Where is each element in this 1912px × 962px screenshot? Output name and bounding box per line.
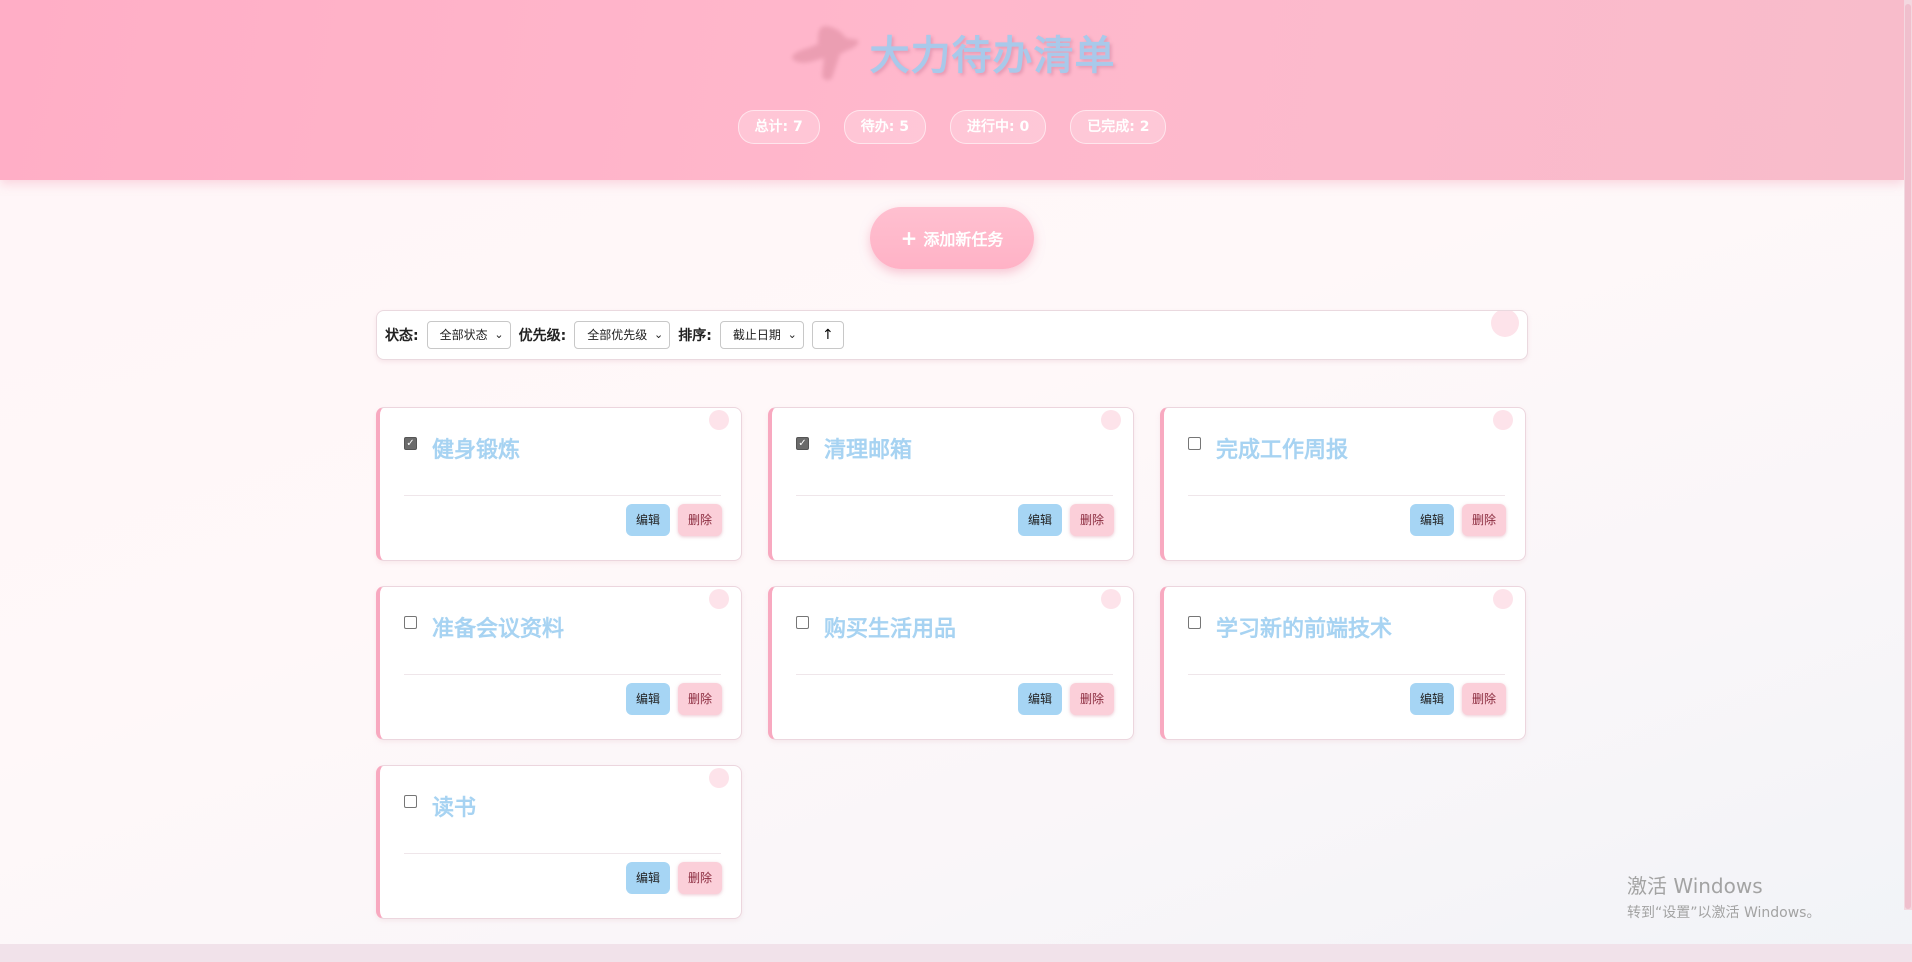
watermark-title: 激活 Windows: [1627, 874, 1763, 898]
chevron-down-icon: ⌄: [787, 328, 797, 341]
task-title: 完成工作周报: [1216, 438, 1349, 463]
bottom-strip: [0, 944, 1912, 962]
priority-filter-select[interactable]: 全部优先级 ⌄: [574, 321, 671, 349]
edit-button[interactable]: 编辑: [1018, 504, 1062, 536]
plus-icon: +: [900, 226, 918, 250]
decorative-circle: [1493, 589, 1513, 609]
task-checkbox[interactable]: [404, 795, 417, 808]
status-filter-value: 全部状态: [439, 328, 488, 342]
decorative-circle: [709, 410, 729, 430]
task-card: 学习新的前端技术 编辑 删除: [1160, 586, 1526, 740]
stat-total: 总计: 7: [737, 110, 820, 144]
sort-direction-button[interactable]: ↑: [811, 321, 844, 349]
divider: [404, 853, 721, 854]
stats-bar: 总计: 7 待办: 5 进行中: 0 已完成: 2: [0, 110, 1904, 144]
task-title: 准备会议资料: [432, 617, 565, 642]
app-title: 大力待办清单: [869, 33, 1116, 79]
app-header: 大力待办清单 总计: 7 待办: 5 进行中: 0 已完成: 2: [0, 0, 1904, 180]
task-checkbox[interactable]: [404, 616, 417, 629]
divider: [1188, 674, 1505, 675]
decorative-circle: [709, 589, 729, 609]
sort-select[interactable]: 截止日期 ⌄: [719, 321, 804, 349]
add-task-label: 添加新任务: [923, 230, 1004, 249]
edit-button[interactable]: 编辑: [1410, 504, 1454, 536]
task-checkbox[interactable]: [796, 616, 809, 629]
scrollbar-thumb[interactable]: [1905, 4, 1911, 909]
delete-button[interactable]: 删除: [1070, 683, 1114, 715]
divider: [404, 674, 721, 675]
task-checkbox[interactable]: ✓: [796, 437, 809, 450]
task-card: 读书 编辑 删除: [376, 765, 742, 919]
scrollbar[interactable]: [1904, 0, 1912, 910]
windows-activation-watermark: 激活 Windows 转到“设置”以激活 Windows。: [1627, 870, 1820, 922]
priority-filter-label: 优先级:: [518, 328, 567, 344]
chevron-down-icon: ⌄: [494, 328, 504, 341]
divider: [404, 495, 721, 496]
task-title: 读书: [432, 796, 477, 821]
delete-button[interactable]: 删除: [1462, 683, 1506, 715]
edit-button[interactable]: 编辑: [1410, 683, 1454, 715]
task-title: 购买生活用品: [824, 617, 957, 642]
sort-label: 排序:: [678, 328, 712, 344]
delete-button[interactable]: 删除: [1462, 504, 1506, 536]
decorative-circle: [709, 768, 729, 788]
task-card: 准备会议资料 编辑 删除: [376, 586, 742, 740]
decorative-circle: [1491, 311, 1519, 337]
edit-button[interactable]: 编辑: [1018, 683, 1062, 715]
divider: [796, 674, 1113, 675]
decorative-circle: [1493, 410, 1513, 430]
filter-bar: 状态: 全部状态 ⌄ 优先级: 全部优先级 ⌄ 排序: 截止日期 ⌄ ↑: [376, 310, 1528, 360]
edit-button[interactable]: 编辑: [626, 862, 670, 894]
edit-button[interactable]: 编辑: [626, 504, 670, 536]
stat-completed: 已完成: 2: [1070, 110, 1167, 144]
task-title: 健身锻炼: [432, 438, 521, 463]
sort-value: 截止日期: [732, 328, 781, 342]
delete-button[interactable]: 删除: [678, 862, 722, 894]
add-task-button[interactable]: + 添加新任务: [870, 207, 1034, 269]
status-filter-label: 状态:: [385, 328, 419, 344]
stat-in-progress: 进行中: 0: [950, 110, 1047, 144]
priority-filter-value: 全部优先级: [587, 328, 648, 342]
divider: [796, 495, 1113, 496]
delete-button[interactable]: 删除: [1070, 504, 1114, 536]
edit-button[interactable]: 编辑: [626, 683, 670, 715]
task-card: 完成工作周报 编辑 删除: [1160, 407, 1526, 561]
task-card: 购买生活用品 编辑 删除: [768, 586, 1134, 740]
stat-pending: 待办: 5: [843, 110, 926, 144]
task-checkbox[interactable]: [1188, 437, 1201, 450]
pin-icon: [792, 26, 859, 81]
delete-button[interactable]: 删除: [678, 683, 722, 715]
decorative-circle: [1101, 410, 1121, 430]
task-checkbox[interactable]: ✓: [404, 437, 417, 450]
status-filter-select[interactable]: 全部状态 ⌄: [426, 321, 511, 349]
task-checkbox[interactable]: [1188, 616, 1201, 629]
chevron-down-icon: ⌄: [654, 328, 664, 341]
task-title: 学习新的前端技术: [1216, 617, 1393, 642]
title-area: 大力待办清单: [0, 18, 1904, 86]
watermark-subtitle: 转到“设置”以激活 Windows。: [1627, 905, 1821, 921]
decorative-circle: [1101, 589, 1121, 609]
task-title: 清理邮箱: [824, 438, 913, 463]
task-card: ✓ 清理邮箱 编辑 删除: [768, 407, 1134, 561]
task-card: ✓ 健身锻炼 编辑 删除: [376, 407, 742, 561]
delete-button[interactable]: 删除: [678, 504, 722, 536]
divider: [1188, 495, 1505, 496]
